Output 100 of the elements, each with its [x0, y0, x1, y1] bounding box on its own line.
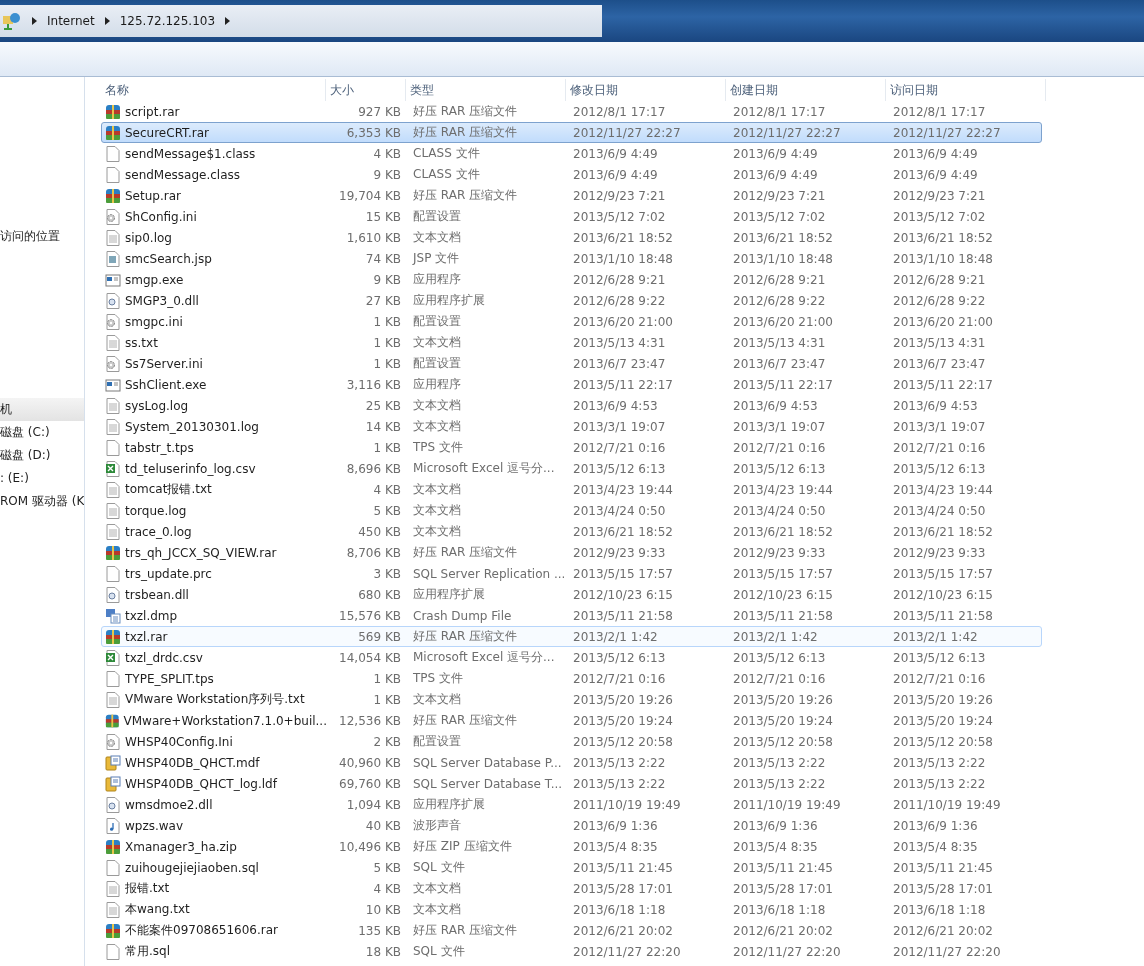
- file-row[interactable]: ss.txt 1 KB 文本文档 2013/5/13 4:31 2013/5/13 4:31 2013/5/13 4:31: [101, 332, 1042, 353]
- file-name: 本wang.txt: [125, 901, 190, 918]
- database-file-icon: [105, 754, 121, 771]
- address-bar[interactable]: Internet 125.72.125.103: [0, 5, 602, 37]
- file-row[interactable]: zuihougejiejiaoben.sql 5 KB SQL 文件 2013/5/11 21:45 2013/5/11 21:45 2013/5/11 21:45: [101, 857, 1042, 878]
- file-name: td_teluserinfo_log.csv: [125, 461, 256, 476]
- file-row[interactable]: torque.log 5 KB 文本文档 2013/4/24 0:50 2013/4/24 0:50 2013/4/24 0:50: [101, 500, 1042, 521]
- file-row[interactable]: WHSP40DB_QHCT_log.ldf 69,760 KB SQL Server Database T... 2013/5/13 2:22 2013/5/13 2:22 2013/5/13 2:22: [101, 773, 1042, 794]
- file-size: 10 KB: [364, 902, 402, 917]
- file-row[interactable]: trace_0.log 450 KB 文本文档 2013/6/21 18:52 2013/6/21 18:52 2013/6/21 18:52: [101, 521, 1042, 542]
- navigation-item[interactable]: 磁盘 (D:): [0, 444, 84, 467]
- file-row[interactable]: VMware+Workstation7.1.0+buil... 12,536 KB 好压 RAR 压缩文件 2013/5/20 19:24 2013/5/20 19:24 2013/5/20 19:24: [101, 710, 1042, 731]
- navigation-item[interactable]: : (E:): [0, 467, 84, 490]
- file-row[interactable]: smgp.exe 9 KB 应用程序 2012/6/28 9:21 2012/6/28 9:21 2012/6/28 9:21: [101, 269, 1042, 290]
- file-name: zuihougejiejiaoben.sql: [125, 860, 259, 875]
- file-name: sendMessage$1.class: [125, 146, 256, 161]
- chevron-right-icon[interactable]: [32, 17, 37, 25]
- column-header[interactable]: 创建日期: [726, 79, 886, 101]
- column-header[interactable]: 类型: [406, 79, 566, 101]
- accessed-date: 2012/11/27 22:20: [892, 944, 1002, 959]
- chevron-right-icon[interactable]: [225, 17, 231, 25]
- file-type: 好压 RAR 压缩文件: [412, 544, 519, 561]
- column-header[interactable]: 访问日期: [886, 79, 1046, 101]
- file-size: 1,610 KB: [345, 230, 402, 245]
- file-size: 1 KB: [372, 440, 402, 455]
- file-name: tomcat报错.txt: [125, 481, 212, 498]
- file-name: sendMessage.class: [125, 167, 241, 182]
- file-row[interactable]: smcSearch.jsp 74 KB JSP 文件 2013/1/10 18:48 2013/1/10 18:48 2013/1/10 18:48: [101, 248, 1042, 269]
- column-header[interactable]: 大小: [326, 79, 406, 101]
- navigation-item[interactable]: 磁盘 (C:): [0, 421, 84, 444]
- text-file-icon: [105, 481, 121, 498]
- file-row[interactable]: System_20130301.log 14 KB 文本文档 2013/3/1 19:07 2013/3/1 19:07 2013/3/1 19:07: [101, 416, 1042, 437]
- accessed-date: 2013/5/12 6:13: [892, 461, 987, 476]
- file-size: 4 KB: [372, 881, 402, 896]
- file-row[interactable]: sysLog.log 25 KB 文本文档 2013/6/9 4:53 2013/6/9 4:53 2013/6/9 4:53: [101, 395, 1042, 416]
- file-size: 19,704 KB: [338, 188, 402, 203]
- file-type: 好压 RAR 压缩文件: [412, 712, 519, 729]
- file-name: 常用.sql: [125, 943, 171, 960]
- file-row[interactable]: wpzs.wav 40 KB 波形声音 2013/6/9 1:36 2013/6/9 1:36 2013/6/9 1:36: [101, 815, 1042, 836]
- accessed-date: 2012/9/23 9:33: [892, 545, 987, 560]
- file-type: SQL Server Database T...: [412, 776, 564, 791]
- file-name: txzl.rar: [125, 629, 168, 644]
- file-row[interactable]: WHSP40Config.Ini 2 KB 配置设置 2013/5/12 20:58 2013/5/12 20:58 2013/5/12 20:58: [101, 731, 1042, 752]
- created-date: 2013/6/9 1:36: [732, 818, 819, 833]
- file-row[interactable]: Setup.rar 19,704 KB 好压 RAR 压缩文件 2012/9/23 7:21 2012/9/23 7:21 2012/9/23 7:21: [101, 185, 1042, 206]
- created-date: 2013/5/12 7:02: [732, 209, 827, 224]
- column-header[interactable]: 名称: [101, 79, 326, 101]
- file-row[interactable]: trsbean.dll 680 KB 应用程序扩展 2012/10/23 6:15 2012/10/23 6:15 2012/10/23 6:15: [101, 584, 1042, 605]
- file-row[interactable]: 常用.sql 18 KB SQL 文件 2012/11/27 22:20 2012/11/27 22:20 2012/11/27 22:20: [101, 941, 1042, 962]
- file-row[interactable]: trs_qh_JCCX_SQ_VIEW.rar 8,706 KB 好压 RAR 压缩文件 2012/9/23 9:33 2012/9/23 9:33 2012/9/23 9:33: [101, 542, 1042, 563]
- modified-date: 2013/6/20 21:00: [572, 314, 674, 329]
- file-row[interactable]: TYPE_SPLIT.tps 1 KB TPS 文件 2012/7/21 0:16 2012/7/21 0:16 2012/7/21 0:16: [101, 668, 1042, 689]
- modified-date: 2013/5/13 4:31: [572, 335, 667, 350]
- breadcrumb[interactable]: 125.72.125.103: [119, 14, 216, 28]
- file-size: 8,706 KB: [345, 545, 402, 560]
- file-row[interactable]: script.rar 927 KB 好压 RAR 压缩文件 2012/8/1 17:17 2012/8/1 17:17 2012/8/1 17:17: [101, 101, 1042, 122]
- file-row[interactable]: td_teluserinfo_log.csv 8,696 KB Microsoft Excel 逗号分... 2013/5/12 6:13 2013/5/12 6:13 2013/5/12 6:13: [101, 458, 1042, 479]
- file-row[interactable]: SshClient.exe 3,116 KB 应用程序 2013/5/11 22:17 2013/5/11 22:17 2013/5/11 22:17: [101, 374, 1042, 395]
- modified-date: 2013/1/10 18:48: [572, 251, 674, 266]
- file-row[interactable]: trs_update.prc 3 KB SQL Server Replication ... 2013/5/15 17:57 2013/5/15 17:57 2013/5/15 17:57: [101, 563, 1042, 584]
- file-row[interactable]: smgpc.ini 1 KB 配置设置 2013/6/20 21:00 2013/6/20 21:00 2013/6/20 21:00: [101, 311, 1042, 332]
- file-row[interactable]: txzl.dmp 15,576 KB Crash Dump File 2013/5/11 21:58 2013/5/11 21:58 2013/5/11 21:58: [101, 605, 1042, 626]
- gear-document-icon: [105, 292, 121, 309]
- file-row[interactable]: ShConfig.ini 15 KB 配置设置 2013/5/12 7:02 2013/5/12 7:02 2013/5/12 7:02: [101, 206, 1042, 227]
- file-row[interactable]: sendMessage.class 9 KB CLASS 文件 2013/6/9 4:49 2013/6/9 4:49 2013/6/9 4:49: [101, 164, 1042, 185]
- file-row[interactable]: txzl.rar 569 KB 好压 RAR 压缩文件 2013/2/1 1:42 2013/2/1 1:42 2013/2/1 1:42: [101, 626, 1042, 647]
- blank-file-icon: [105, 670, 121, 687]
- file-row[interactable]: 本wang.txt 10 KB 文本文档 2013/6/18 1:18 2013/6/18 1:18 2013/6/18 1:18: [101, 899, 1042, 920]
- navigation-item[interactable]: ROM 驱动器 (K: [0, 490, 84, 513]
- file-size: 3,116 KB: [345, 377, 402, 392]
- file-row[interactable]: sip0.log 1,610 KB 文本文档 2013/6/21 18:52 2013/6/21 18:52 2013/6/21 18:52: [101, 227, 1042, 248]
- chevron-right-icon[interactable]: [104, 17, 110, 25]
- column-header[interactable]: 修改日期: [566, 79, 726, 101]
- file-row[interactable]: wmsdmoe2.dll 1,094 KB 应用程序扩展 2011/10/19 19:49 2011/10/19 19:49 2011/10/19 19:49: [101, 794, 1042, 815]
- accessed-date: 2013/6/20 21:00: [892, 314, 994, 329]
- file-row[interactable]: 报错.txt 4 KB 文本文档 2013/5/28 17:01 2013/5/28 17:01 2013/5/28 17:01: [101, 878, 1042, 899]
- file-size: 40 KB: [364, 818, 402, 833]
- created-date: 2012/6/21 20:02: [732, 923, 834, 938]
- file-name: Ss7Server.ini: [125, 356, 203, 371]
- created-date: 2013/5/20 19:24: [732, 713, 834, 728]
- file-row[interactable]: WHSP40DB_QHCT.mdf 40,960 KB SQL Server Database P... 2013/5/13 2:22 2013/5/13 2:22 2013/5/13 2:22: [101, 752, 1042, 773]
- file-type: CLASS 文件: [412, 145, 481, 162]
- file-row[interactable]: SMGP3_0.dll 27 KB 应用程序扩展 2012/6/28 9:22 2012/6/28 9:22 2012/6/28 9:22: [101, 290, 1042, 311]
- navigation-item[interactable]: 访问的位置: [0, 225, 84, 248]
- modified-date: 2013/5/11 21:58: [572, 608, 674, 623]
- file-row[interactable]: tomcat报错.txt 4 KB 文本文档 2013/4/23 19:44 2013/4/23 19:44 2013/4/23 19:44: [101, 479, 1042, 500]
- file-row[interactable]: Xmanager3_ha.zip 10,496 KB 好压 ZIP 压缩文件 2013/5/4 8:35 2013/5/4 8:35 2013/5/4 8:35: [101, 836, 1042, 857]
- breadcrumb[interactable]: Internet: [47, 14, 95, 28]
- file-size: 69,760 KB: [338, 776, 402, 791]
- modified-date: 2013/4/23 19:44: [572, 482, 674, 497]
- file-row[interactable]: txzl_drdc.csv 14,054 KB Microsoft Excel 逗号分... 2013/5/12 6:13 2013/5/12 6:13 2013/5/12 6:13: [101, 647, 1042, 668]
- accessed-date: 2013/6/9 4:53: [892, 398, 979, 413]
- file-row[interactable]: 不能案件09708651606.rar 135 KB 好压 RAR 压缩文件 2012/6/21 20:02 2012/6/21 20:02 2012/6/21 20:02: [101, 920, 1042, 941]
- file-row[interactable]: sendMessage$1.class 4 KB CLASS 文件 2013/6/9 4:49 2013/6/9 4:49 2013/6/9 4:49: [101, 143, 1042, 164]
- file-row[interactable]: Ss7Server.ini 1 KB 配置设置 2013/6/7 23:47 2013/6/7 23:47 2013/6/7 23:47: [101, 353, 1042, 374]
- file-row[interactable]: VMware Workstation序列号.txt 1 KB 文本文档 2013/5/20 19:26 2013/5/20 19:26 2013/5/20 19:26: [101, 689, 1042, 710]
- file-row[interactable]: SecureCRT.rar 6,353 KB 好压 RAR 压缩文件 2012/11/27 22:27 2012/11/27 22:27 2012/11/27 22:27: [101, 122, 1042, 143]
- file-row[interactable]: tabstr_t.tps 1 KB TPS 文件 2012/7/21 0:16 2012/7/21 0:16 2012/7/21 0:16: [101, 437, 1042, 458]
- navigation-item[interactable]: 机: [0, 398, 84, 421]
- file-name: 不能案件09708651606.rar: [125, 922, 279, 939]
